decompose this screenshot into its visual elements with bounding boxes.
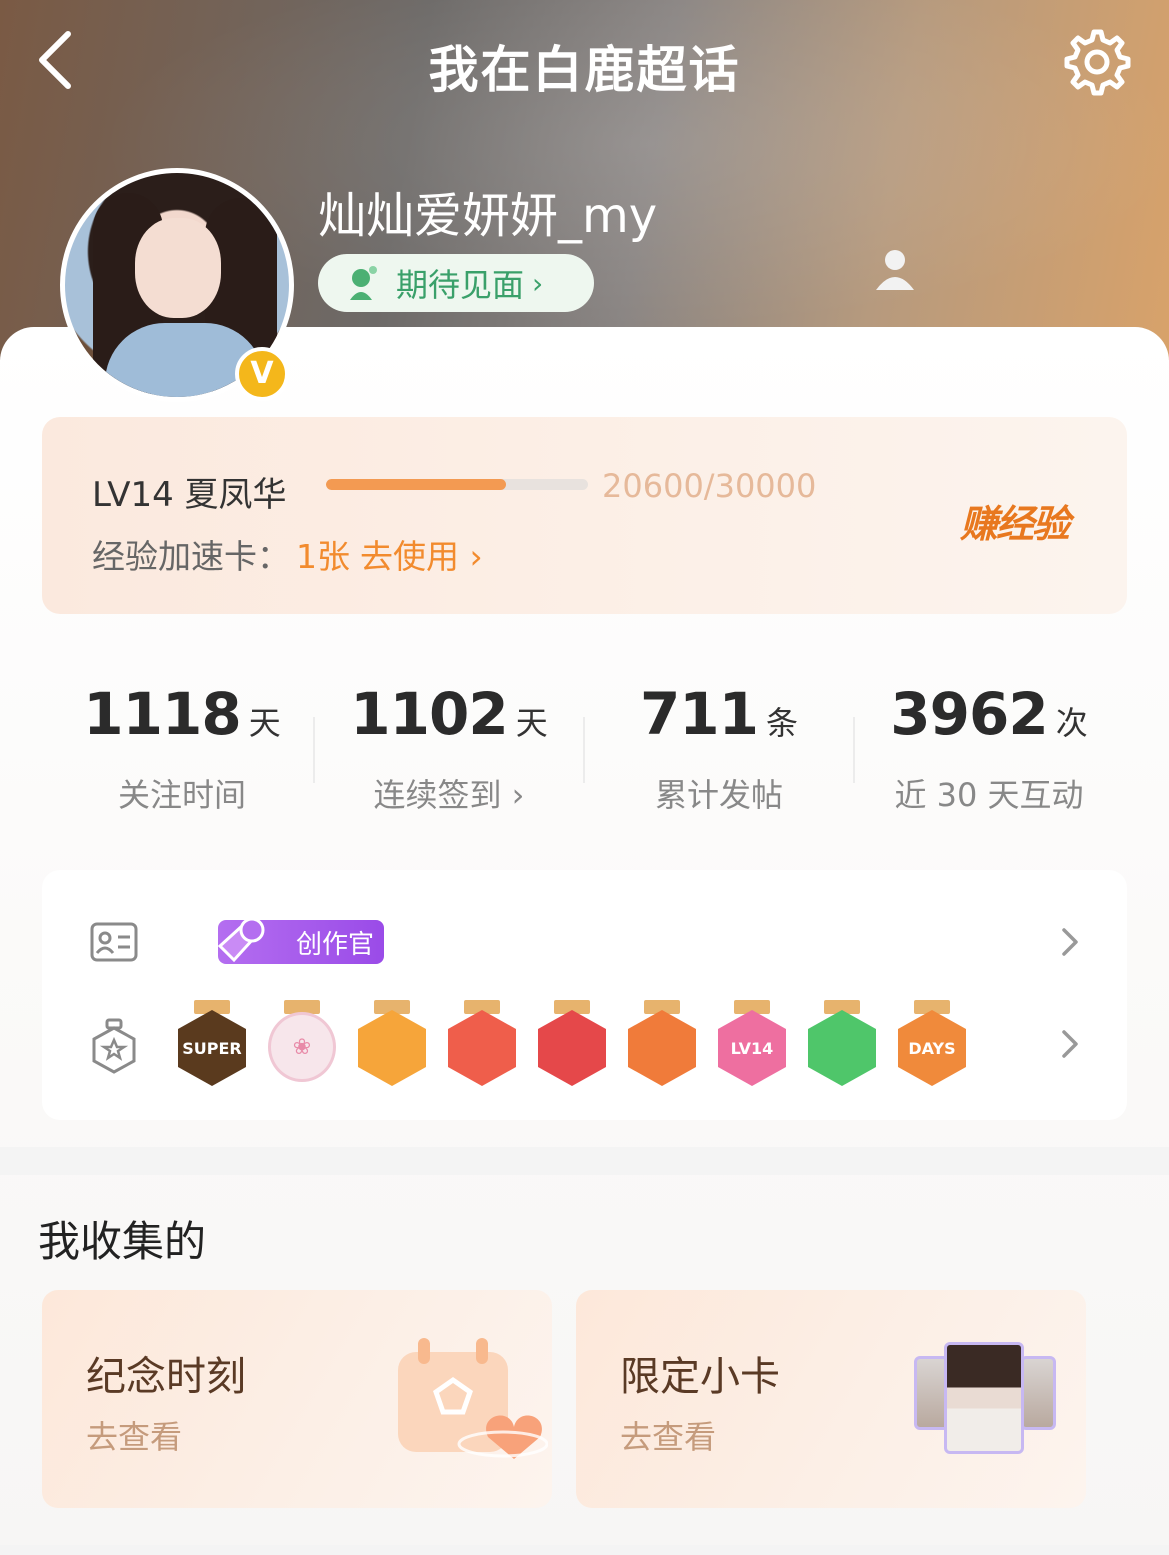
stat-unit: 天 <box>248 704 281 742</box>
level-progress-bar <box>326 479 588 490</box>
stat-follow-days: 1118 天 关注时间 <box>47 680 317 816</box>
medal-face <box>448 1010 516 1086</box>
avatar-face <box>135 218 221 318</box>
lv14-medal[interactable]: LV14 <box>716 1000 788 1086</box>
medal-face <box>628 1010 696 1086</box>
person-icon[interactable] <box>870 248 920 290</box>
level-card[interactable]: LV14 夏凤华 20600/30000 经验加速卡： 1张 去使用 › 赚经验 <box>42 417 1127 614</box>
level-name: LV14 夏凤华 <box>92 475 287 515</box>
medal-face: SUPER <box>178 1010 246 1086</box>
id-card-icon <box>90 922 138 962</box>
microphone-icon <box>217 917 265 963</box>
medal-face: ❀ <box>268 1012 336 1082</box>
stat-value: 3962 <box>890 680 1048 748</box>
medal-face <box>358 1010 426 1086</box>
stat-value: 1102 <box>350 680 508 748</box>
accel-card-label: 经验加速卡： <box>92 537 290 576</box>
chevron-right-icon[interactable] <box>1054 1028 1084 1060</box>
collection-card-title: 纪念时刻 <box>86 1354 246 1400</box>
stat-unit: 次 <box>1055 704 1088 742</box>
super-medal[interactable]: SUPER <box>176 1000 248 1086</box>
stat-value: 711 <box>639 680 759 748</box>
chevron-right-icon: › <box>532 266 544 300</box>
vip-badge: V <box>235 347 289 401</box>
collection-card-subtitle: 去查看 <box>620 1418 717 1456</box>
crown-medal[interactable] <box>356 1000 428 1086</box>
bottom-divider <box>0 1545 1169 1555</box>
badges-card: 创作官 SUPER ❀ LV14 DAYS <box>42 870 1127 1120</box>
stat-label: 关注时间 <box>117 776 246 814</box>
page-title: 我在白鹿超话 <box>428 41 741 99</box>
settings-button[interactable] <box>1056 26 1132 98</box>
stat-interactions: 3962 次 近 30 天互动 <box>854 680 1124 816</box>
photo-card-front <box>944 1342 1024 1454</box>
stats-row: 1118 天 关注时间 1102 天 连续签到 › 711 条 累计发帖 3962 次 … <box>42 650 1127 840</box>
top-bar: 我在白鹿超话 <box>0 0 1169 125</box>
fire-dragon-medal[interactable] <box>626 1000 698 1086</box>
earn-exp-button[interactable]: 赚经验 <box>960 493 1070 548</box>
gear-icon <box>1064 29 1131 96</box>
medal-face: LV14 <box>718 1010 786 1086</box>
sprite-icon <box>350 266 377 300</box>
medal-face <box>808 1010 876 1086</box>
stat-label: 连续签到 › <box>373 776 525 814</box>
calendar-heart-icon <box>398 1338 548 1459</box>
collection-card-subtitle: 去查看 <box>86 1418 183 1456</box>
collection-card-moments[interactable]: 纪念时刻 去查看 <box>42 1290 552 1508</box>
status-pill[interactable]: 期待见面 › <box>318 254 594 312</box>
rabbit-medal-2[interactable] <box>536 1000 608 1086</box>
accel-card-row[interactable]: 经验加速卡： 1张 去使用 › <box>92 530 483 578</box>
username: 灿灿爱妍妍_my <box>318 188 658 244</box>
stat-unit: 天 <box>515 704 548 742</box>
status-label: 期待见面 <box>396 266 525 304</box>
stat-label: 近 30 天互动 <box>894 776 1084 814</box>
rabbit-medal[interactable] <box>446 1000 518 1086</box>
stat-posts: 711 条 累计发帖 <box>584 680 854 816</box>
accel-card-count: 1张 <box>296 537 350 576</box>
collection-card-title: 限定小卡 <box>620 1354 780 1400</box>
stat-value: 1118 <box>83 680 241 748</box>
stat-label: 累计发帖 <box>654 776 783 814</box>
palm-medal[interactable] <box>806 1000 878 1086</box>
creator-tag[interactable]: 创作官 <box>217 917 384 964</box>
section-divider <box>0 1147 1169 1175</box>
collection-title: 我收集的 <box>38 1217 207 1266</box>
chevron-right-icon[interactable] <box>1054 926 1084 958</box>
girl-portrait-medal[interactable]: ❀ <box>266 1000 338 1086</box>
level-progress-text: 20600/30000 <box>602 467 817 505</box>
stat-unit: 条 <box>766 704 799 742</box>
photo-card <box>1020 1356 1056 1430</box>
medal-face: DAYS <box>898 1010 966 1086</box>
level-progress-fill <box>326 479 506 490</box>
collection-card-photocards[interactable]: 限定小卡 去查看 <box>576 1290 1086 1508</box>
medal-face <box>538 1010 606 1086</box>
stat-checkin-days[interactable]: 1102 天 连续签到 › <box>314 680 584 816</box>
accel-card-use-link[interactable]: 去使用 › <box>360 537 483 576</box>
creator-tag-label: 创作官 <box>295 929 374 960</box>
100-days-medal[interactable]: DAYS <box>896 1000 968 1086</box>
medal-icon <box>92 1018 136 1074</box>
photo-card-stack <box>914 1342 1064 1462</box>
